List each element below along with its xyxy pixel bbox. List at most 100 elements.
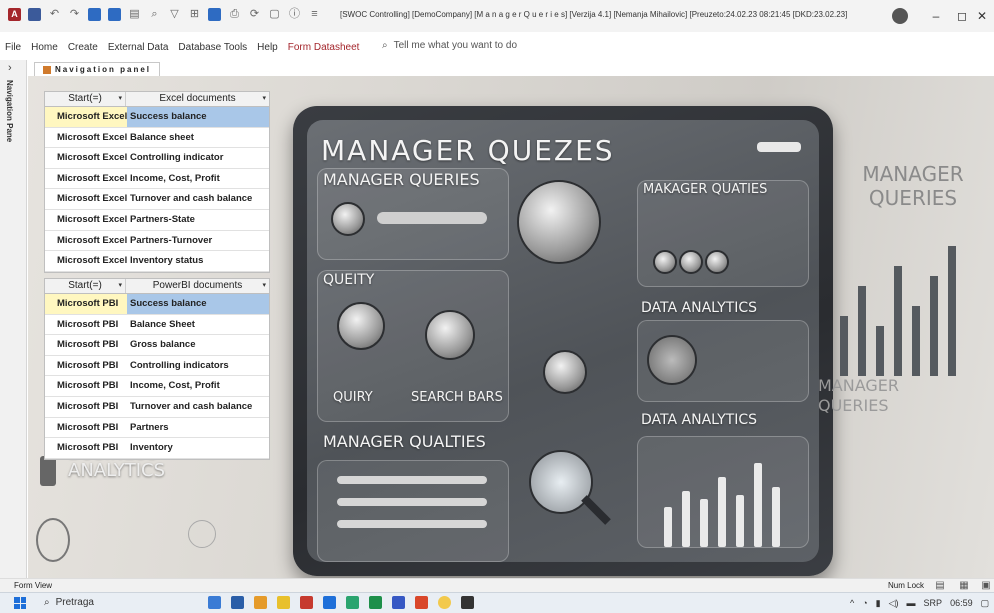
app-icon[interactable] [438, 596, 451, 609]
document-cell[interactable]: Inventory status [127, 251, 269, 271]
document-cell[interactable]: Partners [127, 418, 269, 438]
app-icon[interactable] [277, 596, 290, 609]
taskbar-search[interactable]: ⌕ Pretraga [44, 595, 94, 611]
start-button[interactable] [14, 597, 26, 609]
datasheet-view-icon[interactable]: ▦ [958, 580, 970, 591]
keyboard-icon[interactable]: ▬ [907, 596, 916, 610]
document-cell[interactable]: Gross balance [127, 335, 269, 355]
chevron-up-icon[interactable]: ^ [850, 596, 854, 610]
dropdown-arrow-icon[interactable]: ▾ [262, 92, 266, 106]
table-row[interactable]: Microsoft Excel Balance sheet [45, 127, 269, 149]
close-button[interactable]: ✕ [970, 6, 994, 26]
document-cell[interactable]: Balance Sheet [127, 315, 269, 335]
document-cell[interactable]: Balance sheet [127, 128, 269, 148]
document-cell[interactable]: Partners-State [127, 210, 269, 230]
table-row[interactable]: Microsoft PBI Income, Cost, Profit [45, 376, 269, 397]
table-view-icon[interactable] [108, 8, 121, 21]
dropdown-arrow-icon[interactable]: ▾ [118, 92, 122, 106]
report-icon[interactable]: ▤ [128, 8, 141, 21]
table-row[interactable]: Microsoft Excel Partners-Turnover [45, 230, 269, 252]
clock[interactable]: 06:59 [950, 596, 973, 610]
excel-documents-header[interactable]: Excel documents ▾ [126, 92, 269, 106]
app-icon[interactable] [392, 596, 405, 609]
tab-help[interactable]: Help [252, 42, 283, 53]
app-icon[interactable] [461, 596, 474, 609]
start-cell[interactable]: Microsoft Excel [45, 231, 127, 251]
table-row[interactable]: Microsoft Excel Turnover and cash balance [45, 189, 269, 210]
start-cell[interactable]: Microsoft PBI [45, 397, 127, 417]
table-row[interactable]: Microsoft PBI Inventory [45, 438, 269, 459]
start-cell[interactable]: Microsoft PBI [45, 438, 127, 458]
pbi-documents-header[interactable]: PowerBI documents ▾ [126, 279, 269, 293]
datasheet-icon[interactable] [208, 8, 221, 21]
app-icon[interactable] [415, 596, 428, 609]
table-row[interactable]: Microsoft PBI Controlling indicators [45, 355, 269, 377]
start-cell[interactable]: Microsoft PBI [45, 294, 127, 314]
table-row[interactable]: Microsoft Excel Success balance [45, 107, 269, 128]
filter-icon[interactable]: ▽ [168, 8, 181, 21]
document-cell[interactable]: Inventory [127, 438, 269, 458]
volume-icon[interactable]: ◁) [889, 596, 899, 610]
language-indicator[interactable]: SRP [924, 596, 943, 610]
table-row[interactable]: Microsoft Excel Partners-State [45, 209, 269, 231]
tell-me-search[interactable]: ⌕ Tell me what you want to do [382, 40, 517, 51]
app-icon[interactable] [323, 596, 336, 609]
navigation-pane-label[interactable]: Navigation Pane [5, 80, 14, 142]
tab-home[interactable]: Home [26, 42, 63, 53]
start-cell[interactable]: Microsoft PBI [45, 315, 127, 335]
tab-file[interactable]: File [0, 42, 26, 53]
start-cell[interactable]: Microsoft Excel [45, 107, 127, 127]
table-row[interactable]: Microsoft Excel Controlling indicator [45, 148, 269, 169]
battery-icon[interactable]: ▮ [876, 596, 881, 610]
customize-qat-icon[interactable]: ≡ [308, 8, 321, 21]
start-cell[interactable]: Microsoft PBI [45, 418, 127, 438]
tab-external-data[interactable]: External Data [103, 42, 174, 53]
undo-icon[interactable]: ↶ [48, 8, 61, 21]
app-icon[interactable] [369, 596, 382, 609]
navigation-pane-collapsed[interactable]: › Navigation Pane [0, 60, 27, 578]
tab-form-datasheet[interactable]: Form Datasheet [283, 42, 365, 53]
document-cell[interactable]: Success balance [127, 294, 269, 314]
print-icon[interactable]: ⎙ [228, 8, 241, 21]
network-icon[interactable]: ◔ [862, 596, 867, 610]
document-cell[interactable]: Controlling indicators [127, 356, 269, 376]
chevron-right-icon[interactable]: › [8, 62, 12, 74]
table-row[interactable]: Microsoft PBI Balance Sheet [45, 314, 269, 336]
save-icon[interactable] [28, 8, 41, 21]
app-icon[interactable] [254, 596, 267, 609]
table-row[interactable]: Microsoft Excel Inventory status [45, 251, 269, 272]
app-icon[interactable] [231, 596, 244, 609]
pbi-start-header[interactable]: Start(=) ▾ [45, 279, 126, 293]
document-cell[interactable]: Turnover and cash balance [127, 189, 269, 209]
start-cell[interactable]: Microsoft PBI [45, 335, 127, 355]
app-icon[interactable] [208, 596, 221, 609]
document-cell[interactable]: Income, Cost, Profit [127, 376, 269, 396]
layout-view-icon[interactable]: ▣ [980, 580, 992, 591]
user-avatar[interactable] [892, 8, 908, 24]
document-cell[interactable]: Controlling indicator [127, 148, 269, 168]
table-row[interactable]: Microsoft PBI Gross balance [45, 335, 269, 356]
start-cell[interactable]: Microsoft Excel [45, 210, 127, 230]
sort-icon[interactable]: ⊞ [188, 8, 201, 21]
start-cell[interactable]: Microsoft Excel [45, 169, 127, 189]
document-cell[interactable]: Income, Cost, Profit [127, 169, 269, 189]
table-row[interactable]: Microsoft PBI Turnover and cash balance [45, 396, 269, 418]
window-icon[interactable]: ▢ [268, 8, 281, 21]
document-cell[interactable]: Turnover and cash balance [127, 397, 269, 417]
redo-icon[interactable]: ↷ [68, 8, 81, 21]
table-row[interactable]: Microsoft PBI Success balance [45, 294, 269, 315]
start-cell[interactable]: Microsoft Excel [45, 148, 127, 168]
info-icon[interactable]: ⓘ [288, 8, 301, 21]
dropdown-arrow-icon[interactable]: ▾ [118, 279, 122, 293]
start-cell[interactable]: Microsoft Excel [45, 128, 127, 148]
table-row[interactable]: Microsoft Excel Income, Cost, Profit [45, 168, 269, 190]
form-view-icon[interactable] [88, 8, 101, 21]
dropdown-arrow-icon[interactable]: ▾ [262, 279, 266, 293]
notification-icon[interactable]: ▢ [981, 596, 990, 610]
start-cell[interactable]: Microsoft PBI [45, 376, 127, 396]
table-row[interactable]: Microsoft PBI Partners [45, 417, 269, 439]
app-icon[interactable] [346, 596, 359, 609]
excel-start-header[interactable]: Start(=) ▾ [45, 92, 126, 106]
document-cell[interactable]: Success balance [127, 107, 269, 127]
tab-create[interactable]: Create [63, 42, 103, 53]
